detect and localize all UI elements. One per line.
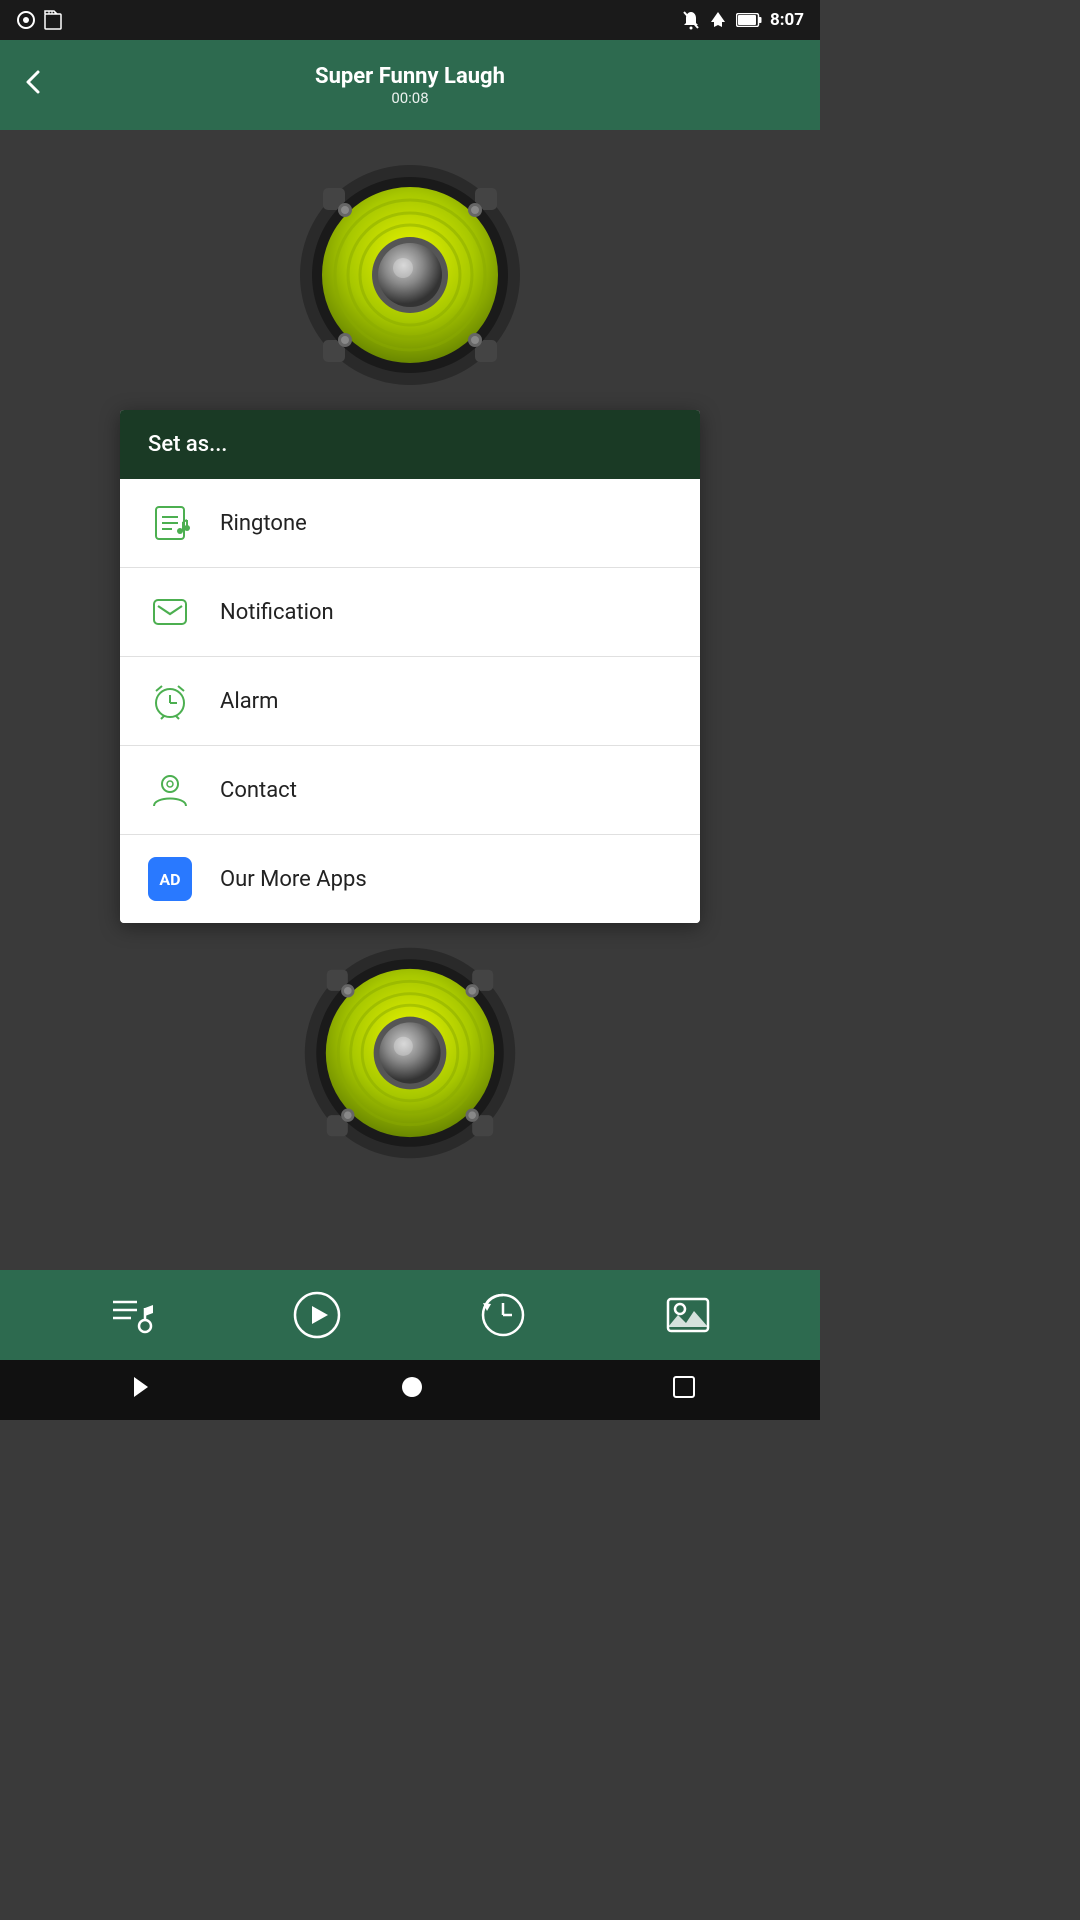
ringtone-label: Ringtone — [220, 511, 307, 536]
playlist-button[interactable] — [109, 1292, 155, 1338]
top-speaker-area — [0, 130, 820, 410]
menu-header: Set as... — [120, 410, 700, 479]
set-as-menu: Set as... Ringtone — [120, 410, 700, 923]
home-nav-button[interactable] — [401, 1376, 423, 1404]
notification-off-icon — [682, 10, 700, 30]
recents-nav-button[interactable] — [672, 1375, 696, 1405]
track-duration: 00:08 — [20, 89, 800, 107]
bottom-toolbar — [0, 1270, 820, 1360]
track-title: Super Funny Laugh — [20, 64, 800, 89]
top-speaker-graphic — [295, 160, 525, 390]
ringtone-icon — [148, 501, 192, 545]
alarm-label: Alarm — [220, 689, 278, 714]
menu-item-notification[interactable]: Notification — [120, 568, 700, 657]
status-right-icons: 8:07 — [682, 10, 804, 30]
menu-item-more-apps[interactable]: AD Our More Apps — [120, 835, 700, 923]
android-nav-bar — [0, 1360, 820, 1420]
circle-icon — [16, 10, 36, 30]
contact-icon — [148, 768, 192, 812]
menu-item-alarm[interactable]: Alarm — [120, 657, 700, 746]
status-left-icons — [16, 10, 62, 30]
wallpaper-button[interactable] — [664, 1291, 712, 1339]
menu-header-label: Set as... — [148, 432, 227, 457]
contact-label: Contact — [220, 778, 297, 803]
ad-badge: AD — [148, 857, 192, 901]
airplane-icon — [708, 10, 728, 30]
history-button[interactable] — [479, 1291, 527, 1339]
battery-icon — [736, 13, 762, 27]
app-header: Super Funny Laugh 00:08 — [0, 40, 820, 130]
status-bar: 8:07 — [0, 0, 820, 40]
notification-label: Notification — [220, 600, 334, 625]
more-apps-label: Our More Apps — [220, 867, 367, 892]
menu-item-contact[interactable]: Contact — [120, 746, 700, 835]
notification-icon — [148, 590, 192, 634]
sdcard-icon — [44, 10, 62, 30]
play-button[interactable] — [292, 1290, 342, 1340]
bottom-speaker-area — [0, 923, 820, 1183]
time-display: 8:07 — [770, 10, 804, 30]
menu-item-ringtone[interactable]: Ringtone — [120, 479, 700, 568]
header-title-container: Super Funny Laugh 00:08 — [20, 64, 800, 107]
back-nav-button[interactable] — [124, 1373, 152, 1407]
bottom-speaker-graphic — [300, 943, 520, 1163]
alarm-icon — [148, 679, 192, 723]
